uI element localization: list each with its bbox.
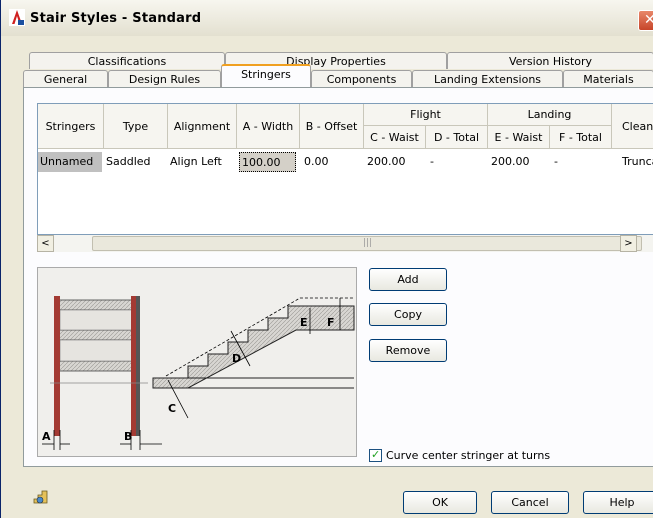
- ok-button[interactable]: OK: [403, 491, 477, 514]
- copy-button[interactable]: Copy: [369, 303, 447, 326]
- cell-c-waist[interactable]: 200.00: [365, 152, 425, 172]
- tab-classifications[interactable]: Classifications: [29, 52, 225, 69]
- cell-b-offset[interactable]: 0.00: [302, 152, 364, 172]
- tab-components[interactable]: Components: [311, 70, 412, 87]
- remove-button[interactable]: Remove: [369, 339, 447, 362]
- curve-center-stringer-checkbox[interactable]: ✓: [369, 448, 382, 462]
- col-header-alignment[interactable]: Alignment: [168, 104, 237, 149]
- stringers-grid[interactable]: Stringers Type Alignment A - Width B - O…: [37, 103, 653, 235]
- tab-label: Version History: [508, 55, 593, 68]
- dialog-window: Stair Styles - Standard ✕ Classification…: [0, 0, 653, 518]
- chevron-right-icon: >: [624, 238, 633, 249]
- tab-design-rules[interactable]: Design Rules: [108, 70, 221, 87]
- col-header-flight: Flight: [364, 104, 488, 126]
- dim-label-b: B: [124, 430, 132, 443]
- chevron-left-icon: <: [41, 238, 50, 249]
- curve-center-stringer-label[interactable]: Curve center stringer at turns: [386, 449, 550, 462]
- close-button[interactable]: ✕: [638, 10, 653, 31]
- dim-label-d: D: [232, 352, 241, 365]
- scroll-thumb[interactable]: |||: [92, 236, 642, 251]
- grip-icon: |||: [363, 238, 373, 248]
- col-header-b-offset[interactable]: B - Offset: [300, 104, 364, 149]
- stair-style-icon[interactable]: [31, 487, 51, 507]
- col-header-e-waist[interactable]: E - Waist: [488, 126, 550, 149]
- stair-diagram-graphic: A B D C E F: [42, 296, 355, 450]
- cell-alignment[interactable]: Align Left: [168, 152, 236, 172]
- tab-general[interactable]: General: [23, 70, 108, 87]
- add-button[interactable]: Add: [369, 268, 447, 291]
- tab-label: Classifications: [87, 55, 167, 68]
- dim-label-c: C: [168, 402, 176, 415]
- cell-f-total[interactable]: -: [552, 152, 612, 172]
- col-header-clean[interactable]: Clean: [612, 104, 653, 149]
- col-header-a-width[interactable]: A - Width: [237, 104, 300, 149]
- tab-label: Landing Extensions: [433, 73, 542, 86]
- horizontal-scrollbar[interactable]: < ||| >: [37, 235, 653, 252]
- dim-label-f: F: [327, 316, 335, 329]
- tab-label: Materials: [583, 73, 634, 86]
- help-button[interactable]: Help: [583, 491, 653, 514]
- col-header-f-total[interactable]: F - Total: [550, 126, 612, 149]
- autocad-app-icon: [9, 9, 25, 26]
- dim-label-e: E: [300, 316, 308, 329]
- cell-clean[interactable]: Trunca: [620, 152, 653, 172]
- tab-label: General: [43, 73, 88, 86]
- dim-label-a: A: [42, 430, 51, 443]
- cell-e-waist[interactable]: 200.00: [489, 152, 549, 172]
- cancel-button[interactable]: Cancel: [491, 491, 569, 514]
- cell-d-total[interactable]: -: [428, 152, 488, 172]
- tab-version-history[interactable]: Version History: [447, 52, 653, 69]
- tab-stringers[interactable]: Stringers: [221, 64, 311, 87]
- window-title: Stair Styles - Standard: [30, 11, 202, 26]
- cell-type[interactable]: Saddled: [104, 152, 166, 172]
- tab-label: Design Rules: [128, 73, 201, 86]
- stringer-diagram: A B D C E F: [37, 267, 357, 457]
- col-header-stringers[interactable]: Stringers: [38, 104, 104, 149]
- tab-materials[interactable]: Materials: [563, 70, 653, 87]
- col-header-landing: Landing: [488, 104, 612, 126]
- col-header-d-total[interactable]: D - Total: [426, 126, 488, 149]
- col-header-c-waist[interactable]: C - Waist: [364, 126, 426, 149]
- close-icon: ✕: [644, 12, 653, 28]
- tab-label: Components: [326, 73, 397, 86]
- tab-label: Stringers: [241, 68, 291, 81]
- scroll-right-button[interactable]: >: [620, 235, 637, 252]
- scroll-left-button[interactable]: <: [37, 235, 54, 252]
- tab-landing-extensions[interactable]: Landing Extensions: [412, 70, 563, 87]
- cell-stringers[interactable]: Unnamed: [38, 152, 102, 172]
- title-bar[interactable]: Stair Styles - Standard ✕: [1, 0, 653, 36]
- col-header-type[interactable]: Type: [104, 104, 168, 149]
- cell-a-width[interactable]: 100.00: [239, 152, 296, 172]
- check-icon: ✓: [371, 448, 381, 461]
